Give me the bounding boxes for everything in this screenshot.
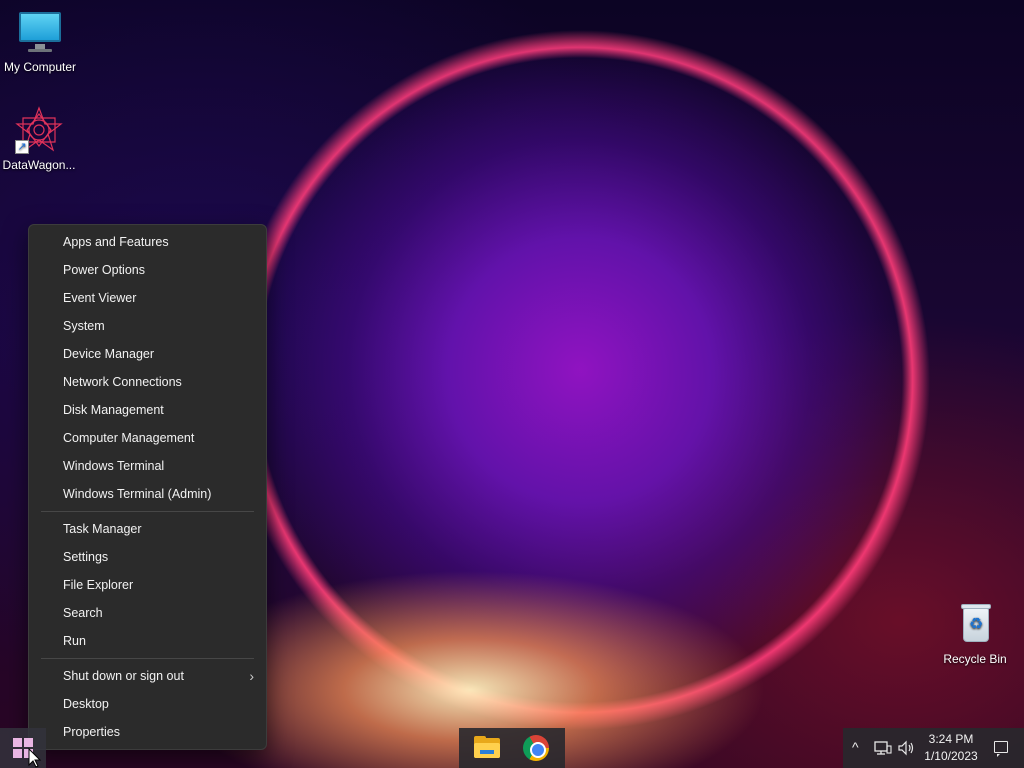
desktop-icon-label: Recycle Bin xyxy=(943,652,1007,666)
monitor-icon xyxy=(16,8,64,56)
file-explorer-icon[interactable] xyxy=(472,734,502,762)
menu-item-windows-terminal[interactable]: Windows Terminal xyxy=(29,452,266,480)
chrome-icon[interactable] xyxy=(521,734,551,762)
taskbar-clock[interactable]: 3:24 PM 1/10/2023 xyxy=(921,731,981,765)
datawagon-icon: ↗ xyxy=(15,106,63,154)
menu-item-apps-and-features[interactable]: Apps and Features xyxy=(29,228,266,256)
system-tray: ^ 3:24 PM 1/10/2023 xyxy=(843,728,1024,768)
menu-item-network-connections[interactable]: Network Connections xyxy=(29,368,266,396)
mouse-cursor-icon xyxy=(28,748,42,768)
menu-separator xyxy=(41,511,254,512)
recycle-bin-icon: ♻ xyxy=(951,600,999,648)
taskbar-apps xyxy=(459,728,565,768)
menu-item-computer-management[interactable]: Computer Management xyxy=(29,424,266,452)
start-context-menu: Apps and Features Power Options Event Vi… xyxy=(28,224,267,750)
menu-item-search[interactable]: Search xyxy=(29,599,266,627)
menu-item-desktop[interactable]: Desktop xyxy=(29,690,266,718)
volume-icon[interactable] xyxy=(898,740,916,756)
menu-item-run[interactable]: Run xyxy=(29,627,266,655)
menu-item-power-options[interactable]: Power Options xyxy=(29,256,266,284)
desktop-icon-recycle-bin[interactable]: ♻ Recycle Bin xyxy=(935,600,1015,666)
menu-item-disk-management[interactable]: Disk Management xyxy=(29,396,266,424)
menu-item-windows-terminal-admin[interactable]: Windows Terminal (Admin) xyxy=(29,480,266,508)
menu-item-system[interactable]: System xyxy=(29,312,266,340)
clock-time: 3:24 PM xyxy=(928,732,974,746)
menu-item-task-manager[interactable]: Task Manager xyxy=(29,515,266,543)
notification-icon[interactable] xyxy=(994,741,1008,757)
menu-separator xyxy=(41,658,254,659)
chevron-right-icon: › xyxy=(249,668,254,684)
shortcut-arrow-icon: ↗ xyxy=(15,140,29,154)
menu-item-label: Shut down or sign out xyxy=(63,669,184,683)
desktop-icon-datawagon[interactable]: ↗ DataWagon... xyxy=(0,106,79,172)
clock-date: 1/10/2023 xyxy=(924,749,978,763)
menu-item-file-explorer[interactable]: File Explorer xyxy=(29,571,266,599)
desktop-icon-label: My Computer xyxy=(3,60,77,74)
menu-item-event-viewer[interactable]: Event Viewer xyxy=(29,284,266,312)
show-hidden-icons-chevron-icon[interactable]: ^ xyxy=(852,737,859,757)
network-icon[interactable] xyxy=(874,740,892,756)
menu-item-shut-down-or-sign-out[interactable]: Shut down or sign out › xyxy=(29,662,266,690)
menu-item-properties[interactable]: Properties xyxy=(29,718,266,746)
menu-item-settings[interactable]: Settings xyxy=(29,543,266,571)
menu-item-device-manager[interactable]: Device Manager xyxy=(29,340,266,368)
desktop-icon-label: DataWagon... xyxy=(2,158,76,172)
desktop-icon-my-computer[interactable]: My Computer xyxy=(0,8,80,74)
